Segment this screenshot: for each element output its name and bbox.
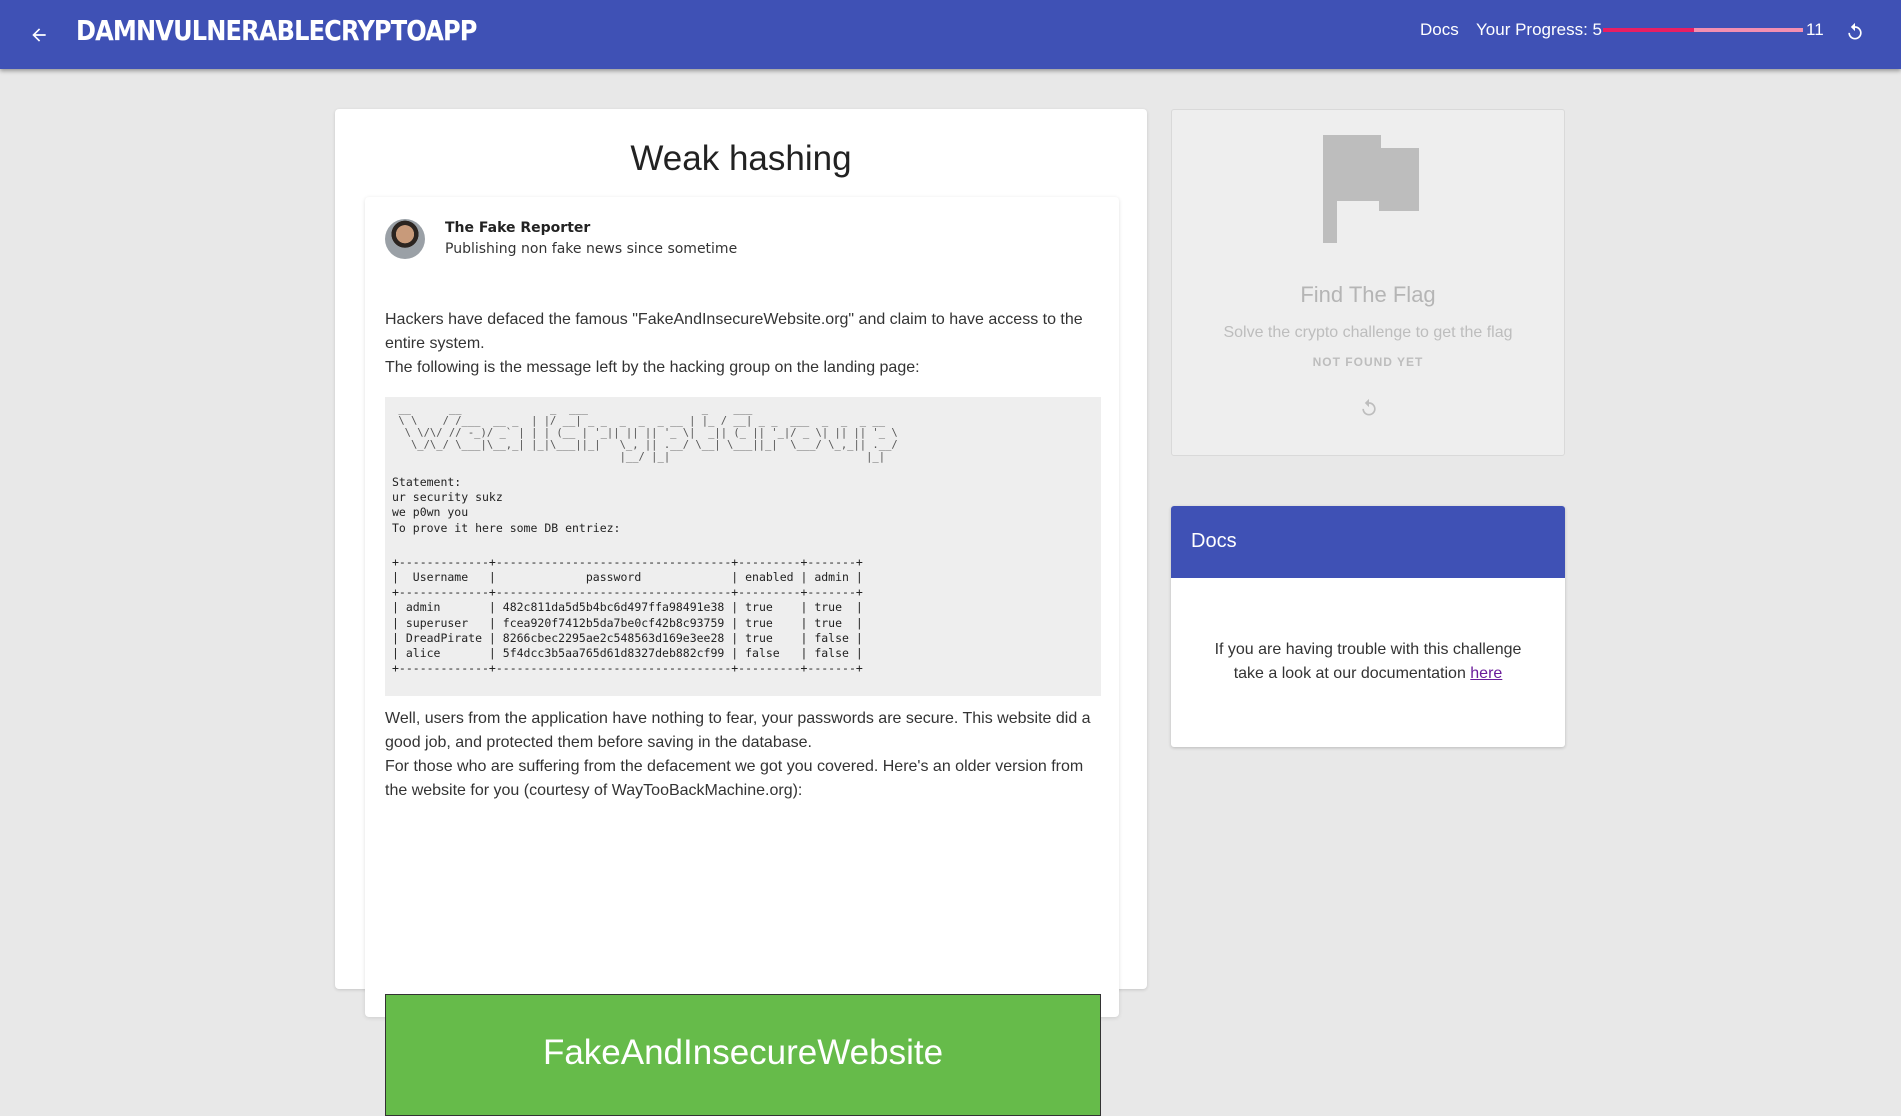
- reset-icon: [1362, 398, 1376, 416]
- flag-title: Find The Flag: [1300, 282, 1436, 307]
- avatar: [385, 219, 425, 259]
- old-website-title: FakeAndInsecureWebsite: [542, 1033, 944, 1072]
- docs-link-here[interactable]: here: [1470, 665, 1502, 682]
- intro-paragraph-1: Hackers have defaced the famous "FakeAnd…: [385, 311, 1083, 352]
- old-website-preview: FakeAndInsecureWebsite: [385, 994, 1101, 1116]
- back-button[interactable]: [24, 20, 54, 50]
- progress-bar-fill: [1603, 28, 1694, 32]
- news-article: The Fake Reporter Publishing non fake ne…: [365, 197, 1119, 1116]
- flag-subtitle: Solve the crypto challenge to get the fl…: [1223, 324, 1513, 341]
- outro-paragraph-1: Well, users from the application have no…: [385, 710, 1091, 751]
- app-title[interactable]: DamnVulnerableCryptoApp: [76, 14, 477, 47]
- app-bar: DamnVulnerableCryptoApp Docs Your Progre…: [0, 0, 1901, 69]
- docs-card: Docs If you are having trouble with this…: [1171, 506, 1565, 747]
- ascii-art-banner: __ __ _ ___ _ ___ \ \ / /___ __ _ | |/ _…: [398, 403, 898, 463]
- arrow-left-icon: [32, 28, 46, 42]
- progress-max: 11: [1806, 20, 1824, 39]
- progress-label: Your Progress: 5: [1476, 20, 1602, 39]
- challenge-title: Weak hashing: [630, 139, 852, 178]
- flag-status: NOT FOUND YET: [1312, 355, 1424, 369]
- article-outro: Well, users from the application have no…: [385, 707, 1101, 803]
- flag-card: Find The Flag Solve the crypto challenge…: [1171, 109, 1565, 456]
- reset-icon: [1848, 22, 1862, 40]
- challenge-card: Weak hashing The Fake Reporter Publishin…: [335, 109, 1147, 1116]
- intro-paragraph-2: The following is the message left by the…: [385, 359, 920, 376]
- hacker-statement: Statement: ur security sukz we p0wn you …: [392, 475, 621, 535]
- db-entries-table: +-------------+-------------------------…: [392, 554, 863, 676]
- progress-bar: [1603, 28, 1803, 32]
- flag-icon: [1323, 135, 1419, 243]
- defacement-message: __ __ _ ___ _ ___ \ \ / /___ __ _ | |/ _…: [385, 397, 1101, 696]
- docs-card-header: Docs: [1171, 506, 1565, 578]
- author-tagline: Publishing non fake news since sometime: [445, 241, 738, 257]
- article-intro: Hackers have defaced the famous "FakeAnd…: [385, 308, 1101, 380]
- docs-card-title: Docs: [1191, 530, 1237, 552]
- docs-card-text: If you are having trouble with this chal…: [1201, 638, 1535, 686]
- docs-nav-link[interactable]: Docs: [1420, 20, 1459, 40]
- author-name: The Fake Reporter: [445, 220, 591, 236]
- outro-paragraph-2: For those who are suffering from the def…: [385, 758, 1084, 799]
- reset-progress-button[interactable]: [1841, 18, 1869, 46]
- check-flag-button[interactable]: [1355, 394, 1383, 422]
